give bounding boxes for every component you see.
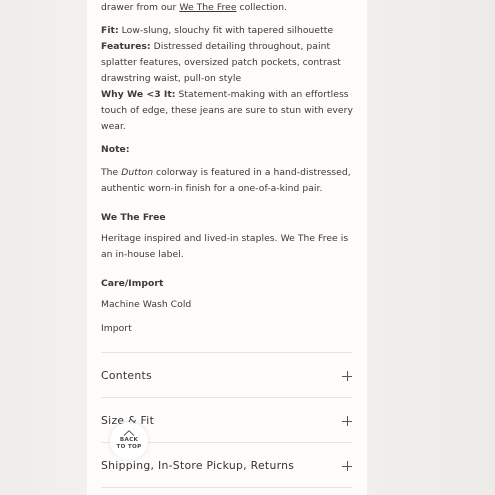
divider	[101, 397, 352, 398]
note-paragraph: The Dutton colorway is featured in a han…	[101, 165, 353, 197]
intro-paragraph: drawer from our We The Free collection.	[101, 0, 353, 16]
features-text: Distressed detailing throughout, paint	[150, 41, 331, 52]
fit-text: Low-slung, slouchy fit with tapered silh…	[118, 25, 334, 36]
we-the-free-link[interactable]: We The Free	[179, 2, 236, 13]
features-label: Features:	[101, 41, 151, 52]
background-left	[0, 0, 87, 495]
product-description-panel: drawer from our We The Free collection. …	[87, 0, 367, 495]
back-to-top-label: BACK TO TOP	[110, 437, 148, 450]
care-wash: Machine Wash Cold	[101, 297, 353, 313]
plus-icon	[342, 371, 352, 381]
why-text-line2: touch of edge, these jeans are sure to s…	[101, 105, 353, 116]
back-to-top-line2: TO TOP	[116, 443, 142, 450]
accordion-contents[interactable]: Contents	[101, 369, 352, 389]
accordion-contents-label: Contents	[101, 369, 152, 382]
note-text: colorway is featured in a hand-distresse…	[153, 167, 351, 178]
plus-icon	[342, 461, 352, 471]
why-label: Why We <3 It:	[101, 89, 176, 100]
note-prefix: The	[101, 167, 122, 178]
note-section: Note:	[101, 142, 353, 158]
brand-heading: We The Free	[101, 212, 166, 223]
care-import-text: Import	[101, 323, 132, 334]
note-heading: Note:	[101, 144, 130, 155]
accordion-shipping[interactable]: Shipping, In-Store Pickup, Returns	[101, 459, 352, 479]
intro-suffix: collection.	[236, 2, 288, 13]
why-text-line3: wear.	[101, 121, 126, 132]
chevron-up-icon	[123, 430, 135, 436]
brand-text: Heritage inspired and lived-in staples. …	[101, 233, 349, 244]
why-text: Statement-making with an effortless	[175, 89, 349, 100]
background-right	[367, 0, 495, 495]
intro-text: drawer from our	[101, 2, 180, 13]
brand-text-line2: an in-house label.	[101, 249, 184, 260]
plus-icon	[342, 416, 352, 426]
note-colorway: Dutton	[121, 167, 154, 178]
features-text-line3: drawstring waist, pull-on style	[101, 73, 242, 84]
care-heading: Care/Import	[101, 278, 164, 289]
divider	[101, 487, 352, 488]
divider	[101, 352, 352, 353]
fit-label: Fit:	[101, 25, 119, 36]
care-section: Care/Import	[101, 276, 353, 292]
accordion-shipping-label: Shipping, In-Store Pickup, Returns	[101, 459, 295, 472]
fit-features-paragraph: Fit: Low-slung, slouchy fit with tapered…	[101, 23, 353, 135]
product-details-page: drawer from our We The Free collection. …	[0, 0, 495, 495]
care-import: Import	[101, 321, 353, 337]
features-text-line2: splatter features, oversized patch pocke…	[101, 57, 341, 68]
brand-section: We The Free	[101, 210, 353, 226]
brand-paragraph: Heritage inspired and lived-in staples. …	[101, 231, 353, 263]
back-to-top-button[interactable]: BACK TO TOP	[110, 422, 148, 460]
note-text-line2: authentic worn-in finish for a one-of-a-…	[101, 183, 323, 194]
care-wash-text: Machine Wash Cold	[101, 299, 192, 310]
